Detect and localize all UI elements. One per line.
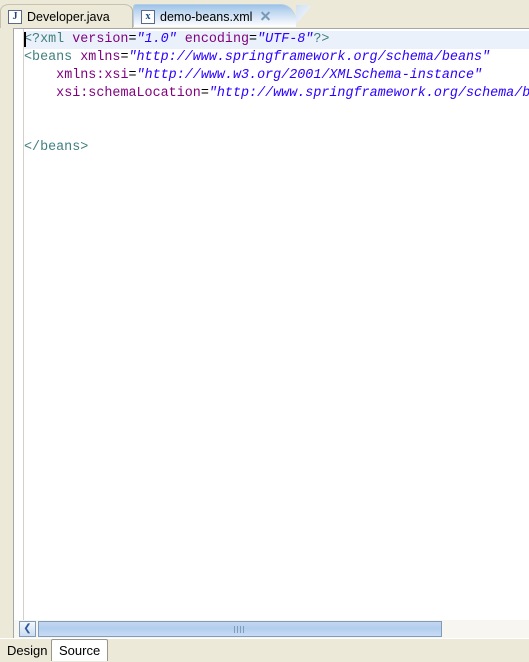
- code-token: xmlns:xsi: [56, 68, 129, 83]
- editor-tab-bar: J Developer.java x demo-beans.xml: [0, 0, 529, 29]
- code-token: xsi:schemaLocation: [56, 86, 201, 101]
- code-token: =: [249, 32, 258, 47]
- code-token: ?>: [313, 32, 330, 47]
- code-token: <?xml: [24, 32, 73, 47]
- editor-frame: <?xml version="1.0" encoding="UTF-8"?> <b…: [0, 28, 529, 620]
- code-token: xmlns: [80, 50, 121, 65]
- code-token: =: [128, 68, 137, 83]
- code-token: "http://www.w3.org/2001/XMLSchema-instan…: [136, 68, 483, 83]
- code-token: <beans: [24, 50, 81, 65]
- code-line: </beans>: [24, 139, 529, 157]
- code-token: </beans>: [24, 140, 89, 155]
- code-token: "UTF-8": [257, 32, 314, 47]
- editor-tab-label: Developer.java: [27, 9, 110, 24]
- xml-file-icon: x: [141, 9, 155, 24]
- scrollbar-grip-icon: [234, 625, 246, 633]
- code-token: version: [72, 32, 129, 47]
- code-line: <beans xmlns="http://www.springframework…: [24, 49, 529, 67]
- code-area[interactable]: <?xml version="1.0" encoding="UTF-8"?> <b…: [24, 31, 529, 157]
- horizontal-scrollbar[interactable]: ❮: [13, 620, 529, 638]
- code-token: encoding: [184, 32, 250, 47]
- editor-tab-demo-beans-xml[interactable]: x demo-beans.xml: [133, 4, 316, 29]
- editor-gutter: [14, 29, 24, 620]
- close-icon[interactable]: [260, 11, 271, 22]
- tab-design-label: Design: [7, 642, 48, 658]
- code-line: xmlns:xsi="http://www.w3.org/2001/XMLSch…: [24, 67, 529, 85]
- tab-design[interactable]: Design: [0, 639, 55, 661]
- tab-source-label: Source: [59, 643, 101, 658]
- scrollbar-thumb[interactable]: [38, 621, 442, 637]
- scroll-left-icon[interactable]: ❮: [19, 621, 36, 637]
- code-line: <?xml version="1.0" encoding="UTF-8"?>: [24, 31, 529, 49]
- java-file-icon: J: [8, 9, 22, 24]
- source-editor[interactable]: <?xml version="1.0" encoding="UTF-8"?> <b…: [13, 28, 529, 620]
- text-caret: [24, 32, 26, 47]
- tab-source[interactable]: Source: [51, 639, 109, 661]
- editor-page-tab-bar: Design Source: [0, 638, 529, 662]
- code-token: =: [200, 86, 209, 101]
- code-line: xsi:schemaLocation="http://www.springfra…: [24, 85, 529, 103]
- code-token: "http://www.springframework.org/schema/b: [208, 86, 529, 101]
- editor-tab-developer-java[interactable]: J Developer.java: [0, 4, 133, 28]
- code-token: "1.0": [136, 32, 177, 47]
- editor-tab-label: demo-beans.xml: [160, 9, 253, 24]
- code-token: "http://www.springframework.org/schema/b…: [128, 50, 491, 65]
- code-token: =: [128, 32, 137, 47]
